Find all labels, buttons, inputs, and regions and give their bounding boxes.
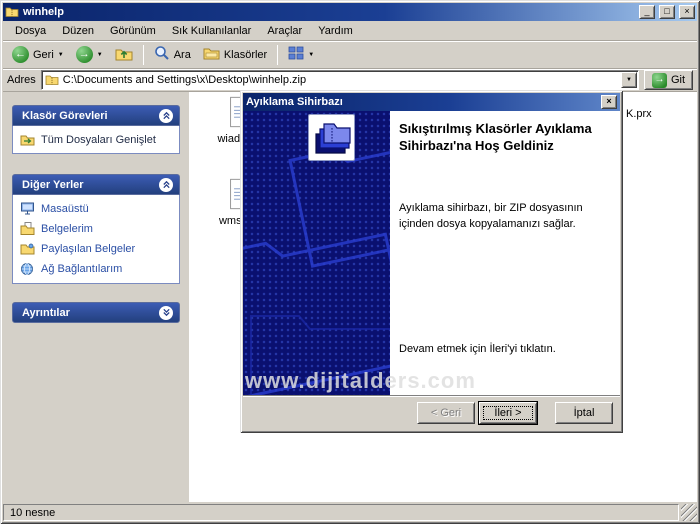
address-field: ▼ [41, 70, 639, 90]
extraction-wizard-dialog: Ayıklama Sihirbazı × [240, 90, 623, 433]
sidebar-item-network-places[interactable]: Ağ Bağlantılarım [19, 262, 173, 276]
go-icon: → [652, 73, 667, 88]
folders-icon [203, 46, 220, 63]
status-object-count: 10 nesne [10, 507, 55, 519]
wizard-button-strip: < Geri İleri > İptal [243, 395, 620, 430]
wizard-hint-text: Devam etmek için İleri'yi tıklatın. [399, 343, 601, 355]
folder-tasks-box: Klasör Görevleri Tüm Dosyaları Genişlet [12, 105, 180, 154]
back-button[interactable]: ← Geri ▼ [7, 43, 69, 67]
status-bar: 10 nesne [3, 502, 697, 521]
resize-grip[interactable] [681, 504, 697, 521]
sidebar-item-my-documents[interactable]: Belgelerim [19, 222, 173, 235]
close-button[interactable]: × [679, 5, 695, 19]
views-icon [288, 46, 304, 63]
minimize-button[interactable]: _ [639, 5, 655, 19]
other-places-box: Diğer Yerler Masaüstü [12, 174, 180, 284]
up-button[interactable] [110, 43, 138, 67]
forward-icon: → [76, 46, 93, 63]
details-header[interactable]: Ayrıntılar [12, 302, 180, 323]
folder-tasks-body: Tüm Dosyaları Genişlet [12, 126, 180, 154]
details-title: Ayrıntılar [22, 307, 70, 319]
folder-tasks-title: Klasör Görevleri [22, 110, 108, 122]
wizard-body-text: Ayıklama sihirbazı, bir ZIP dosyasının i… [399, 201, 601, 233]
views-dropdown-icon: ▼ [308, 52, 314, 58]
back-icon: ← [12, 46, 29, 63]
address-label: Adres [7, 74, 36, 86]
sidebar-item-label: Ağ Bağlantılarım [41, 263, 122, 275]
address-bar: Adres ▼ → Git [3, 69, 697, 92]
wizard-cancel-button[interactable]: İptal [555, 402, 613, 424]
toolbar-separator [277, 45, 278, 65]
title-bar[interactable]: winhelp _ □ × [3, 3, 697, 21]
toolbar-separator [143, 45, 144, 65]
sidebar-item-desktop[interactable]: Masaüstü [19, 202, 173, 215]
address-input[interactable] [63, 72, 617, 88]
back-dropdown-icon: ▼ [58, 52, 64, 58]
extract-folder-icon [19, 133, 35, 146]
chevron-up-icon[interactable] [159, 109, 173, 123]
task-pane-sidebar: Klasör Görevleri Tüm Dosyaları Genişlet [3, 92, 189, 502]
other-places-header[interactable]: Diğer Yerler [12, 174, 180, 195]
explorer-window: winhelp _ □ × Dosya Düzen Görünüm Sık Ku… [0, 0, 700, 524]
other-places-body: Masaüstü Belgelerim Paylaşılan Belgeler [12, 195, 180, 284]
search-icon [154, 45, 170, 64]
up-folder-icon [115, 46, 133, 64]
partial-file-label[interactable]: K.prx [626, 108, 652, 120]
network-globe-icon [19, 262, 35, 276]
sidebar-item-label: Tüm Dosyaları Genişlet [41, 134, 156, 146]
sidebar-item-label: Paylaşılan Belgeler [41, 243, 135, 255]
views-button[interactable]: ▼ [283, 43, 319, 67]
menu-item-dosya[interactable]: Dosya [7, 22, 54, 40]
search-button[interactable]: Ara [149, 43, 196, 67]
menu-bar: Dosya Düzen Görünüm Sık Kullanılanlar Ar… [3, 21, 697, 41]
sidebar-item-label: Masaüstü [41, 203, 89, 215]
chevron-down-icon[interactable] [159, 306, 173, 320]
sidebar-item-shared-documents[interactable]: Paylaşılan Belgeler [19, 242, 173, 255]
my-documents-icon [19, 222, 35, 235]
desktop-icon [19, 202, 35, 215]
compressed-folders-icon [308, 114, 355, 161]
chevron-up-icon[interactable] [159, 178, 173, 192]
go-button[interactable]: → Git [644, 70, 693, 90]
wizard-heading: Sıkıştırılmış Klasörler Ayıklama Sihirba… [399, 121, 608, 155]
shared-documents-icon [19, 242, 35, 255]
back-label: Geri [33, 49, 54, 61]
forward-dropdown-icon: ▼ [97, 52, 103, 58]
dialog-close-button[interactable]: × [601, 95, 617, 109]
wizard-next-button[interactable]: İleri > [479, 402, 537, 424]
menu-item-araclar[interactable]: Araçlar [259, 22, 310, 40]
menu-item-yardim[interactable]: Yardım [310, 22, 361, 40]
address-zip-folder-icon [45, 73, 59, 88]
dialog-title-bar[interactable]: Ayıklama Sihirbazı × [243, 93, 620, 111]
zip-folder-icon [5, 5, 19, 20]
toolbar: ← Geri ▼ → ▼ Ara Klasörler [3, 41, 697, 69]
menu-item-duzen[interactable]: Düzen [54, 22, 102, 40]
details-box: Ayrıntılar [12, 302, 180, 323]
status-panel: 10 nesne [3, 504, 679, 521]
menu-item-gorunum[interactable]: Görünüm [102, 22, 164, 40]
other-places-title: Diğer Yerler [22, 179, 84, 191]
folders-button[interactable]: Klasörler [198, 43, 272, 67]
maximize-button[interactable]: □ [659, 5, 675, 19]
wizard-back-button[interactable]: < Geri [417, 402, 475, 424]
folders-label: Klasörler [224, 49, 267, 61]
go-label: Git [671, 74, 685, 86]
forward-button[interactable]: → ▼ [71, 43, 108, 67]
sidebar-item-label: Belgelerim [41, 223, 93, 235]
menu-item-sik-kullanilanlar[interactable]: Sık Kullanılanlar [164, 22, 260, 40]
wizard-page: Sıkıştırılmış Klasörler Ayıklama Sihirba… [243, 111, 620, 430]
window-title: winhelp [23, 6, 635, 18]
folder-tasks-header[interactable]: Klasör Görevleri [12, 105, 180, 126]
search-label: Ara [174, 49, 191, 61]
address-dropdown-button[interactable]: ▼ [621, 72, 637, 88]
dialog-title: Ayıklama Sihirbazı [246, 96, 597, 108]
sidebar-item-extract-all[interactable]: Tüm Dosyaları Genişlet [19, 133, 173, 146]
